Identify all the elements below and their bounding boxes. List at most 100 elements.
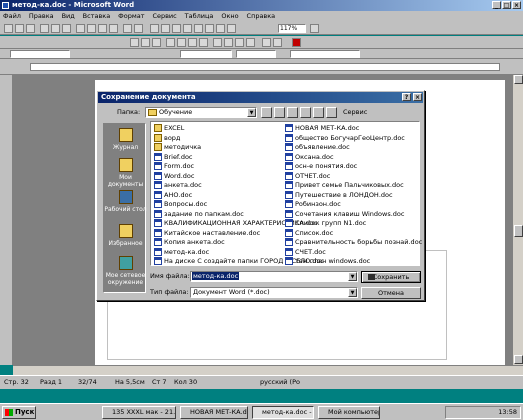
file-item[interactable]: НОВАЯ МЕТ-КА.doc <box>284 123 359 133</box>
new-folder-icon[interactable] <box>313 107 324 118</box>
back-icon[interactable] <box>261 107 272 118</box>
columns-icon[interactable] <box>194 24 203 33</box>
help-icon[interactable] <box>310 24 319 33</box>
start-button[interactable]: Пуск <box>2 406 36 419</box>
task-button-4[interactable]: Мой компьютер <box>318 406 380 419</box>
menu-insert[interactable]: Вставка <box>80 11 114 22</box>
place-favorites[interactable]: Избранное <box>104 224 147 247</box>
file-item[interactable]: Список.doc <box>284 228 333 238</box>
clock[interactable]: 13:58 <box>498 408 517 416</box>
task-button-2[interactable]: НОВАЯ МЕТ-КА.doc <box>180 406 248 419</box>
align-center-icon[interactable] <box>177 38 186 47</box>
numbering-icon[interactable] <box>213 38 222 47</box>
print-icon[interactable] <box>40 24 49 33</box>
file-item[interactable]: Копия анкета.doc <box>153 237 225 247</box>
task-button-3[interactable]: метод-ка.doc - ... <box>252 406 314 419</box>
file-item[interactable]: Привет семье Пальчиковых.doc <box>284 180 404 190</box>
decrease-indent-icon[interactable] <box>235 38 244 47</box>
increase-indent-icon[interactable] <box>246 38 255 47</box>
tables-borders-icon[interactable] <box>161 24 170 33</box>
chevron-down-icon[interactable]: ▼ <box>348 288 357 297</box>
bullets-icon[interactable] <box>224 38 233 47</box>
borders-icon[interactable] <box>262 38 271 47</box>
file-item[interactable]: метод-ка.doc <box>153 247 209 257</box>
menu-format[interactable]: Формат <box>115 11 147 22</box>
service-menu[interactable]: Сервис <box>343 107 367 117</box>
vertical-scrollbar[interactable] <box>512 75 523 365</box>
italic-icon[interactable] <box>141 38 150 47</box>
undo-icon[interactable] <box>123 24 132 33</box>
file-item[interactable]: СЧЕТ.doc <box>284 247 326 257</box>
menu-help[interactable]: Справка <box>244 11 279 22</box>
menu-table[interactable]: Таблица <box>182 11 217 22</box>
place-desktop[interactable]: Рабочий стол <box>104 190 147 213</box>
file-item[interactable]: объявление.doc <box>284 142 350 152</box>
file-item[interactable]: Form.doc <box>153 161 194 171</box>
task-button-1[interactable]: 135 XXXL мак - 21... <box>102 406 176 419</box>
show-hide-icon[interactable] <box>227 24 236 33</box>
filename-input[interactable]: метод-ка.doc ▼ <box>190 271 358 282</box>
dialog-help-button[interactable]: ? <box>402 93 411 101</box>
menu-view[interactable]: Вид <box>59 11 78 22</box>
insert-table-icon[interactable] <box>172 24 181 33</box>
save-icon[interactable] <box>26 24 35 33</box>
file-item[interactable]: Список групп N1.doc <box>284 218 366 228</box>
menu-window[interactable]: Окно <box>218 11 241 22</box>
maximize-button[interactable]: □ <box>502 1 511 9</box>
up-folder-icon[interactable] <box>274 107 285 118</box>
redo-icon[interactable] <box>134 24 143 33</box>
hyperlink-icon[interactable] <box>150 24 159 33</box>
views-icon[interactable] <box>326 107 337 118</box>
file-item[interactable]: общество БогучарГеоЦентр.doc <box>284 133 405 143</box>
chevron-down-icon[interactable]: ▼ <box>348 272 357 281</box>
align-right-icon[interactable] <box>188 38 197 47</box>
save-button[interactable]: Сохранить <box>361 271 421 283</box>
chevron-down-icon[interactable]: ▼ <box>247 108 256 117</box>
filetype-select[interactable]: Документ Word (*.doc) ▼ <box>190 287 358 298</box>
underline-icon[interactable] <box>152 38 161 47</box>
close-button[interactable]: × <box>512 1 521 9</box>
place-my-documents[interactable]: Мои документы <box>104 158 147 188</box>
place-history[interactable]: Журнал <box>104 128 147 151</box>
font-color-icon[interactable] <box>292 38 301 47</box>
file-item[interactable]: ворд <box>153 133 180 143</box>
style-box[interactable] <box>10 50 70 58</box>
horizontal-ruler[interactable] <box>0 59 523 75</box>
print-preview-icon[interactable] <box>51 24 60 33</box>
align-left-icon[interactable] <box>166 38 175 47</box>
delete-icon[interactable] <box>300 107 311 118</box>
place-network[interactable]: Мое сетевое окружение <box>104 256 147 286</box>
file-item[interactable]: Сравнительность борьбы познай.doc <box>284 237 422 247</box>
file-item[interactable]: тем план windows.doc <box>284 256 370 266</box>
file-list[interactable]: EXCEL ворд методичка Brief.doc Form.doc Word.… <box>150 121 422 266</box>
file-item[interactable]: Вопросы.doc <box>153 199 207 209</box>
file-item[interactable]: Китайское наставление.doc <box>153 228 260 238</box>
font-size-box[interactable] <box>236 50 276 58</box>
file-item[interactable]: задание по папкам.doc <box>153 209 244 219</box>
file-item[interactable]: Brief.doc <box>153 152 193 162</box>
copy-icon[interactable] <box>87 24 96 33</box>
menu-file[interactable]: Файл <box>0 11 24 22</box>
font-name-box[interactable] <box>290 50 360 58</box>
file-item[interactable]: осн-е понятия.doc <box>284 161 357 171</box>
file-item[interactable]: ОТЧЕТ.doc <box>284 171 330 181</box>
menu-tools[interactable]: Сервис <box>149 11 179 22</box>
file-item[interactable]: EXCEL <box>153 123 184 133</box>
paste-icon[interactable] <box>98 24 107 33</box>
menu-edit[interactable]: Правка <box>26 11 57 22</box>
font-box[interactable] <box>180 50 232 58</box>
minimize-button[interactable]: _ <box>492 1 501 9</box>
format-painter-icon[interactable] <box>109 24 118 33</box>
file-item[interactable]: Робинзон.doc <box>284 199 341 209</box>
scroll-down-button[interactable] <box>514 355 523 364</box>
open-icon[interactable] <box>15 24 24 33</box>
file-item[interactable]: методичка <box>153 142 201 152</box>
drawing-icon[interactable] <box>205 24 214 33</box>
document-map-icon[interactable] <box>216 24 225 33</box>
zoom-box[interactable]: 117% <box>278 24 306 33</box>
justify-icon[interactable] <box>199 38 208 47</box>
folder-select[interactable]: Обучение ▼ <box>145 107 257 118</box>
insert-excel-icon[interactable] <box>183 24 192 33</box>
horizontal-scrollbar[interactable] <box>13 365 523 375</box>
cancel-button[interactable]: Отмена <box>361 287 421 299</box>
